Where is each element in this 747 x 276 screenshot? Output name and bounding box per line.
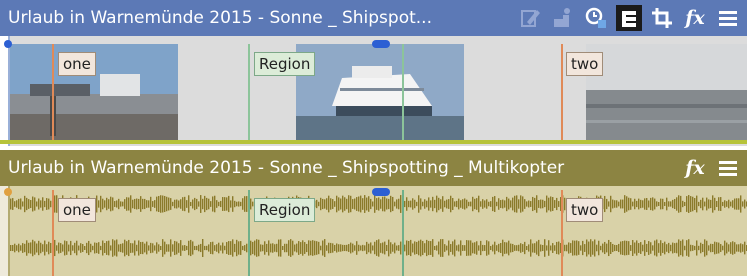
fx-icon[interactable]: fx bbox=[682, 5, 708, 31]
video-track-toolbar: fx bbox=[517, 4, 741, 32]
video-track[interactable]: Urlaub in Warnemünde 2015 - Sonne _ Ship… bbox=[0, 0, 747, 146]
region-label[interactable]: Region bbox=[254, 198, 316, 222]
audio-track-header[interactable]: Urlaub in Warnemünde 2015 - Sonne _ Ship… bbox=[0, 150, 747, 186]
thumbnail-cruise-ship bbox=[296, 44, 464, 140]
video-thumbnail-strip[interactable] bbox=[10, 44, 747, 140]
marker-line-one[interactable] bbox=[52, 190, 54, 276]
video-track-left-edge bbox=[0, 36, 10, 146]
video-track-header[interactable]: Urlaub in Warnemünde 2015 - Sonne _ Ship… bbox=[0, 0, 747, 36]
region-start-line[interactable] bbox=[248, 44, 250, 144]
region-label[interactable]: Region bbox=[254, 52, 316, 76]
region-handle[interactable] bbox=[372, 188, 390, 196]
marker-label-two[interactable]: two bbox=[566, 198, 604, 222]
marker-line-two[interactable] bbox=[561, 44, 563, 144]
region-handle[interactable] bbox=[372, 40, 390, 48]
video-track-selection-line bbox=[0, 140, 747, 144]
clip-start-handle[interactable] bbox=[4, 188, 12, 196]
edit-media-icon[interactable] bbox=[517, 5, 543, 31]
marker-line-two[interactable] bbox=[561, 190, 563, 276]
thumbnail-water bbox=[586, 44, 747, 140]
marker-label-one[interactable]: one bbox=[58, 198, 96, 222]
menu-icon[interactable] bbox=[715, 5, 741, 31]
pan-crop-icon[interactable] bbox=[550, 5, 576, 31]
audio-track[interactable]: Urlaub in Warnemünde 2015 - Sonne _ Ship… bbox=[0, 150, 747, 276]
marker-label-two[interactable]: two bbox=[566, 52, 604, 76]
region-end-line[interactable] bbox=[402, 44, 404, 144]
region-start-line[interactable] bbox=[248, 190, 250, 276]
marker-label-one[interactable]: one bbox=[58, 52, 96, 76]
audio-track-left-edge bbox=[0, 186, 10, 276]
audio-track-title: Urlaub in Warnemünde 2015 - Sonne _ Ship… bbox=[8, 158, 565, 178]
region-end-line[interactable] bbox=[402, 190, 404, 276]
crop-icon[interactable] bbox=[649, 5, 675, 31]
fx-icon[interactable]: fx bbox=[682, 155, 708, 181]
video-track-title: Urlaub in Warnemünde 2015 - Sonne _ Ship… bbox=[8, 8, 432, 28]
event-fx-icon[interactable] bbox=[583, 5, 609, 31]
marker-line-one[interactable] bbox=[52, 44, 54, 144]
compositing-icon[interactable] bbox=[616, 5, 642, 31]
audio-track-toolbar: fx bbox=[682, 154, 741, 182]
clip-start-handle[interactable] bbox=[4, 40, 12, 48]
audio-waveform[interactable] bbox=[10, 190, 747, 276]
menu-icon[interactable] bbox=[715, 155, 741, 181]
